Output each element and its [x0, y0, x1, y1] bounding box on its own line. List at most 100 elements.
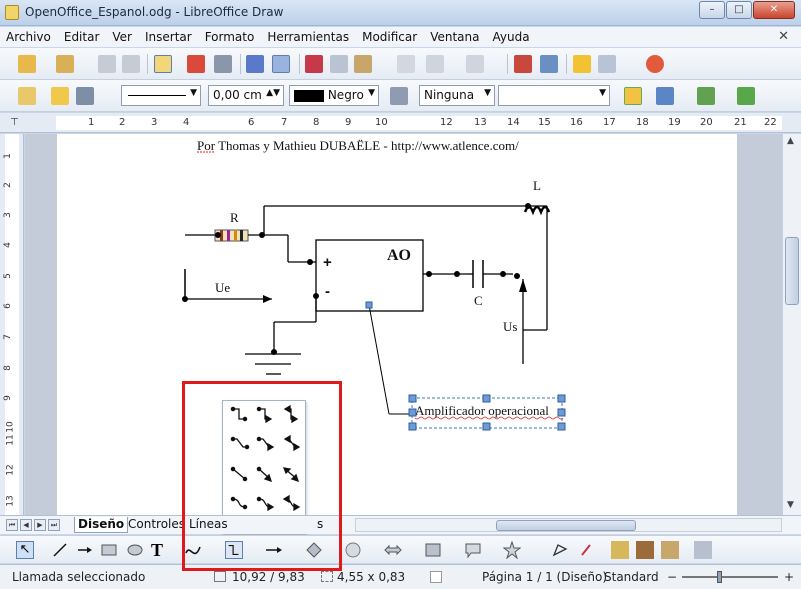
export-pdf-icon[interactable]: [187, 55, 205, 73]
line-color-select[interactable]: Negro ▼: [289, 85, 379, 106]
scroll-up-icon[interactable]: ▲: [787, 136, 794, 146]
drawing-canvas[interactable]: Por Thomas y Mathieu DUBAËLE - http://ww…: [25, 134, 782, 515]
save-icon[interactable]: [98, 55, 116, 73]
standard-toolbar: [0, 48, 801, 80]
open-folder-icon[interactable]: [56, 55, 74, 73]
tab-prev-icon[interactable]: ◀: [20, 519, 32, 531]
line-style-select[interactable]: ▼: [121, 85, 201, 106]
menu-archivo[interactable]: Archivo: [6, 30, 51, 44]
gallery-icon[interactable]: [573, 55, 591, 73]
line-filling-toolbar: ▼ 0,00 cm ▲▼ Negro ▼ Ninguna ▼ ▼: [0, 80, 801, 112]
callout-text[interactable]: Amplificador operacional: [415, 403, 549, 418]
spellcheck-icon[interactable]: [246, 55, 264, 73]
line-color-swatch: [294, 89, 324, 102]
horizontal-ruler[interactable]: ⊤ 1 2 3 4 6 7 8 9 10 12 13 14 15 16 17 1…: [0, 113, 801, 133]
clone-formatting-icon[interactable]: [397, 55, 415, 73]
print-icon[interactable]: [214, 55, 232, 73]
symbol-shapes-icon[interactable]: [344, 541, 362, 559]
copy-icon[interactable]: [330, 55, 348, 73]
points-icon[interactable]: [551, 541, 569, 559]
chart-icon[interactable]: [514, 55, 532, 73]
tab-first-icon[interactable]: ⏮: [6, 519, 18, 531]
zoom-out-icon[interactable]: −: [667, 570, 677, 584]
autospellcheck-icon[interactable]: [272, 55, 290, 73]
line-icon[interactable]: [51, 87, 69, 105]
ellipse-tool-icon[interactable]: [126, 541, 144, 559]
styles-icon[interactable]: [18, 87, 36, 105]
status-message: Llamada seleccionado: [12, 570, 146, 584]
fontwork-icon[interactable]: [611, 541, 629, 559]
rotate-icon[interactable]: [656, 87, 674, 105]
window-title: OpenOffice_Espanol.odg - LibreOffice Dra…: [25, 5, 284, 19]
block-arrows-icon[interactable]: [384, 541, 402, 559]
arrow-line-tool-icon[interactable]: [76, 541, 94, 559]
status-page: Página 1 / 1 (Diseño): [482, 570, 608, 584]
status-style: Standard: [604, 570, 659, 584]
vertical-scroll-thumb[interactable]: [785, 237, 799, 305]
vertical-scrollbar[interactable]: ▲ ▼: [782, 134, 801, 515]
label-c: C: [474, 293, 483, 308]
tab-controles[interactable]: Controles: [125, 517, 188, 533]
text-tool-icon[interactable]: T: [151, 541, 169, 559]
menu-insertar[interactable]: Insertar: [145, 30, 192, 44]
area-style-select[interactable]: Ninguna ▼: [419, 85, 495, 106]
help-icon[interactable]: [646, 55, 664, 73]
menu-modificar[interactable]: Modificar: [362, 30, 417, 44]
status-bar: Llamada seleccionado 10,92 / 9,83 4,55 x…: [0, 564, 801, 589]
undo-icon[interactable]: [426, 55, 444, 73]
menu-herramientas[interactable]: Herramientas: [267, 30, 349, 44]
zoom-icon[interactable]: [598, 55, 616, 73]
shadow-icon[interactable]: [624, 87, 642, 105]
area-icon[interactable]: [390, 87, 408, 105]
minimize-button[interactable]: –: [699, 1, 725, 19]
area-value-select[interactable]: ▼: [498, 85, 610, 106]
callouts-icon[interactable]: [464, 541, 482, 559]
cut-icon[interactable]: [305, 55, 323, 73]
zoom-slider-handle[interactable]: [717, 571, 722, 583]
menu-formato[interactable]: Formato: [205, 30, 255, 44]
tab-last-icon[interactable]: ⏭: [48, 519, 60, 531]
menu-ayuda[interactable]: Ayuda: [492, 30, 529, 44]
vertical-ruler[interactable]: 1 2 3 4 5 6 7 8 9 10 11 12 13: [0, 134, 24, 515]
close-document-icon[interactable]: ✕: [778, 29, 789, 44]
stars-icon[interactable]: [503, 541, 521, 559]
menu-ver[interactable]: Ver: [112, 30, 132, 44]
new-document-icon[interactable]: [18, 55, 36, 73]
glue-points-icon[interactable]: [578, 541, 596, 559]
line-tool-icon[interactable]: [51, 541, 69, 559]
menu-ventana[interactable]: Ventana: [430, 30, 479, 44]
navigator-icon[interactable]: [540, 55, 558, 73]
line-width-input[interactable]: 0,00 cm ▲▼: [208, 85, 284, 106]
insert-image-icon[interactable]: [636, 541, 654, 559]
tab-next-icon[interactable]: ▶: [34, 519, 46, 531]
email-icon[interactable]: [122, 55, 140, 73]
zoom-in-icon[interactable]: +: [784, 570, 794, 584]
horizontal-scroll-thumb[interactable]: [496, 520, 636, 531]
document-modified-icon: [430, 571, 442, 583]
extrusion-icon[interactable]: [694, 541, 712, 559]
size-icon: [321, 571, 333, 582]
circuit-diagram[interactable]: Por Thomas y Mathieu DUBAËLE - http://ww…: [57, 134, 737, 515]
horizontal-scrollbar[interactable]: [355, 518, 782, 532]
layer-tabs-bar: ⏮ ◀ ▶ ⏭ Diseño Controles Líneas s: [0, 515, 801, 534]
status-size: 4,55 x 0,83: [337, 570, 406, 584]
select-arrow-icon[interactable]: ↖: [16, 541, 34, 559]
maximize-button[interactable]: □: [726, 1, 752, 19]
arrow-style-icon[interactable]: [76, 87, 94, 105]
flowchart-icon[interactable]: [424, 541, 442, 559]
paste-icon[interactable]: [354, 55, 372, 73]
drawing-page[interactable]: Por Thomas y Mathieu DUBAËLE - http://ww…: [57, 134, 737, 515]
edit-mode-icon[interactable]: [154, 55, 172, 73]
redo-icon[interactable]: [466, 55, 484, 73]
menu-editar[interactable]: Editar: [64, 30, 100, 44]
rectangle-tool-icon[interactable]: [100, 541, 118, 559]
header-text: Por Thomas y Mathieu DUBAËLE - http://ww…: [197, 138, 519, 153]
tab-diseno[interactable]: Diseño: [74, 517, 129, 533]
align-icon[interactable]: [697, 87, 715, 105]
area-style-value: Ninguna: [424, 88, 475, 102]
arrange-icon[interactable]: [737, 87, 755, 105]
gallery-toggle-icon[interactable]: [661, 541, 679, 559]
scroll-down-icon[interactable]: ▼: [787, 500, 794, 510]
close-button[interactable]: ✕: [753, 1, 795, 19]
zoom-slider[interactable]: [682, 576, 778, 578]
